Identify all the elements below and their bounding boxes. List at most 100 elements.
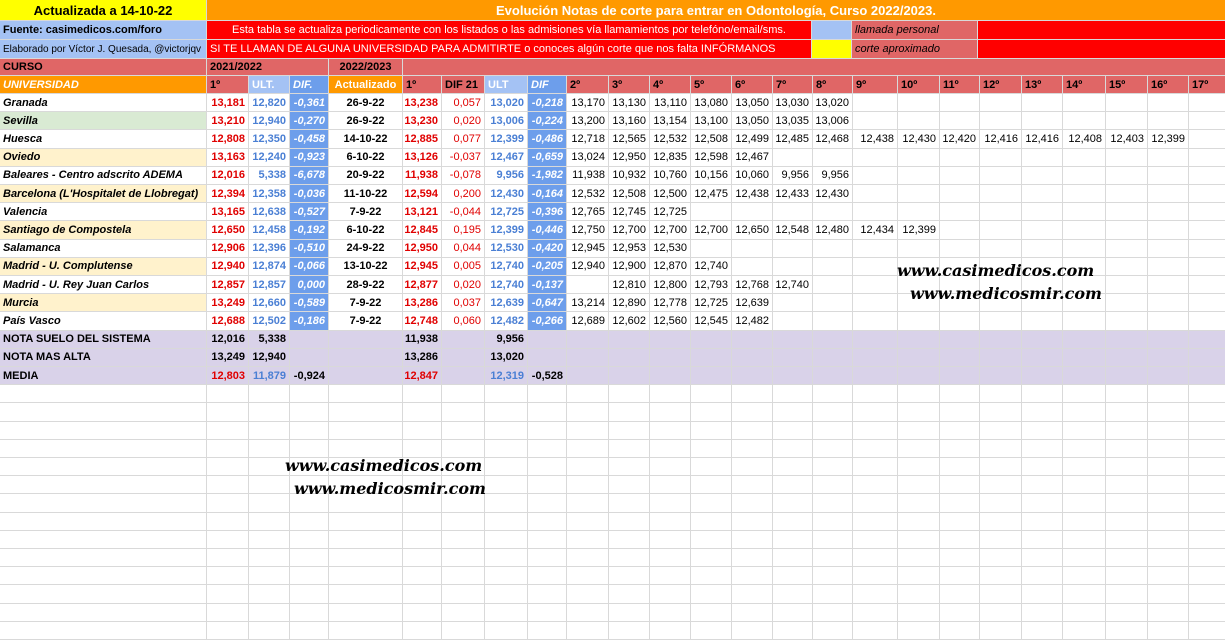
- universidad-header[interactable]: UNIVERSIDAD: [0, 76, 207, 94]
- round-cut-3[interactable]: 12,950: [609, 148, 650, 167]
- year-prev-label[interactable]: 2021/2022: [207, 59, 329, 76]
- empty-cell[interactable]: [528, 458, 567, 477]
- prev-last-cut[interactable]: 12,396: [249, 239, 290, 258]
- round-cut-12[interactable]: [980, 185, 1022, 204]
- empty-cell[interactable]: [773, 385, 813, 404]
- round-cut-8[interactable]: 13,020: [813, 94, 853, 113]
- empty-cell[interactable]: [1189, 458, 1225, 477]
- header-round-10[interactable]: 10º: [898, 76, 940, 94]
- empty-cell[interactable]: [567, 476, 609, 495]
- round-cut-17[interactable]: [1189, 130, 1225, 149]
- prev-last-cut[interactable]: 12,358: [249, 185, 290, 204]
- round-cut-6[interactable]: 13,050: [732, 112, 773, 131]
- empty-cell[interactable]: [732, 458, 773, 477]
- summary-empty[interactable]: [813, 367, 853, 386]
- university-name[interactable]: Barcelona (L'Hospitalet de Llobregat): [0, 185, 207, 204]
- diff-21[interactable]: 0,020: [442, 276, 485, 295]
- empty-cell[interactable]: [0, 458, 207, 477]
- cur-last-cut[interactable]: 12,639: [485, 294, 528, 313]
- cur-last-cut[interactable]: 12,467: [485, 148, 528, 167]
- empty-cell[interactable]: [650, 421, 691, 440]
- cur-diff[interactable]: -0,266: [528, 312, 567, 331]
- empty-cell[interactable]: [1148, 403, 1189, 422]
- empty-cell[interactable]: [567, 458, 609, 477]
- empty-cell[interactable]: [1063, 585, 1106, 604]
- prev-last-cut[interactable]: 12,350: [249, 130, 290, 149]
- empty-cell[interactable]: [528, 421, 567, 440]
- empty-cell[interactable]: [980, 385, 1022, 404]
- empty-cell[interactable]: [0, 585, 207, 604]
- empty-cell[interactable]: [813, 621, 853, 640]
- round-cut-12[interactable]: 12,416: [980, 130, 1022, 149]
- empty-cell[interactable]: [650, 549, 691, 568]
- empty-cell[interactable]: [1148, 585, 1189, 604]
- round-cut-3[interactable]: 12,900: [609, 257, 650, 276]
- round-cut-17[interactable]: [1189, 312, 1225, 331]
- round-cut-14[interactable]: [1063, 203, 1106, 222]
- summary-empty[interactable]: [691, 367, 732, 386]
- prev-last-cut[interactable]: 12,874: [249, 257, 290, 276]
- summary-cur-last[interactable]: 13,020: [485, 348, 528, 367]
- summary-empty[interactable]: [898, 330, 940, 349]
- university-name[interactable]: Sevilla: [0, 112, 207, 131]
- header-round-13[interactable]: 13º: [1022, 76, 1063, 94]
- empty-cell[interactable]: [980, 567, 1022, 586]
- red-fill-cell[interactable]: [978, 40, 1225, 59]
- round-cut-6[interactable]: 12,499: [732, 130, 773, 149]
- header-round-9[interactable]: 9º: [853, 76, 898, 94]
- round-cut-16[interactable]: [1148, 203, 1189, 222]
- empty-cell[interactable]: [898, 621, 940, 640]
- diff-21[interactable]: -0,044: [442, 203, 485, 222]
- empty-cell[interactable]: [249, 530, 290, 549]
- cur-diff[interactable]: -0,224: [528, 112, 567, 131]
- summary-label[interactable]: NOTA SUELO DEL SISTEMA: [0, 330, 207, 349]
- prev-first-cut[interactable]: 12,808: [207, 130, 249, 149]
- empty-cell[interactable]: [773, 621, 813, 640]
- round-cut-6[interactable]: 12,768: [732, 276, 773, 295]
- empty-cell[interactable]: [528, 621, 567, 640]
- round-cut-9[interactable]: [853, 185, 898, 204]
- empty-cell[interactable]: [691, 603, 732, 622]
- summary-empty[interactable]: [980, 330, 1022, 349]
- prev-last-cut[interactable]: 12,820: [249, 94, 290, 113]
- cur-last-cut[interactable]: 12,740: [485, 257, 528, 276]
- round-cut-11[interactable]: [940, 112, 980, 131]
- cur-last-cut[interactable]: 13,020: [485, 94, 528, 113]
- empty-cell[interactable]: [1022, 512, 1063, 531]
- diff-21[interactable]: 0,057: [442, 94, 485, 113]
- round-cut-6[interactable]: [732, 239, 773, 258]
- round-cut-2[interactable]: 13,214: [567, 294, 609, 313]
- empty-cell[interactable]: [853, 385, 898, 404]
- round-cut-14[interactable]: [1063, 239, 1106, 258]
- header-cur-last[interactable]: ULT: [485, 76, 528, 94]
- empty-cell[interactable]: [609, 567, 650, 586]
- round-cut-8[interactable]: 12,480: [813, 221, 853, 240]
- round-cut-17[interactable]: [1189, 221, 1225, 240]
- empty-cell[interactable]: [1022, 403, 1063, 422]
- empty-cell[interactable]: [853, 512, 898, 531]
- empty-cell[interactable]: [485, 621, 528, 640]
- empty-cell[interactable]: [940, 512, 980, 531]
- summary-empty[interactable]: [940, 348, 980, 367]
- spreadsheet[interactable]: Actualizada a 14-10-22 Evolución Notas d…: [0, 0, 1225, 640]
- round-cut-8[interactable]: [813, 148, 853, 167]
- summary-empty[interactable]: [732, 330, 773, 349]
- empty-cell[interactable]: [207, 421, 249, 440]
- empty-cell[interactable]: [732, 439, 773, 458]
- empty-cell[interactable]: [249, 476, 290, 495]
- round-cut-7[interactable]: 12,740: [773, 276, 813, 295]
- round-cut-13[interactable]: [1022, 94, 1063, 113]
- updated-date[interactable]: 24-9-22: [329, 239, 403, 258]
- empty-cell[interactable]: [650, 476, 691, 495]
- empty-cell[interactable]: [1106, 458, 1148, 477]
- summary-empty[interactable]: [898, 367, 940, 386]
- year-cur-label[interactable]: 2022/2023: [329, 59, 403, 76]
- empty-cell[interactable]: [1106, 603, 1148, 622]
- empty-cell[interactable]: [650, 439, 691, 458]
- round-cut-16[interactable]: 12,399: [1148, 130, 1189, 149]
- empty-cell[interactable]: [1106, 494, 1148, 513]
- round-cut-10[interactable]: 12,430: [898, 130, 940, 149]
- empty-cell[interactable]: [980, 439, 1022, 458]
- empty-cell[interactable]: [1189, 385, 1225, 404]
- round-cut-11[interactable]: [940, 94, 980, 113]
